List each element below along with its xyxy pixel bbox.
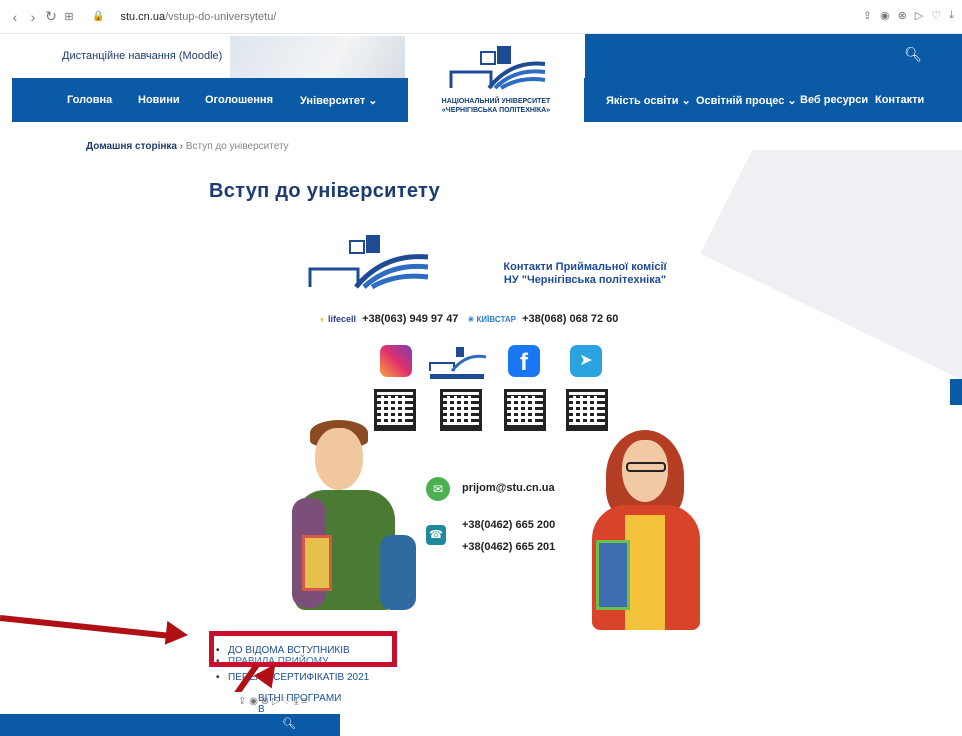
qr-code-icon: [504, 389, 546, 431]
back-icon[interactable]: ‹: [6, 9, 24, 25]
nav-university[interactable]: Університет ⌄: [300, 94, 377, 107]
reload-icon[interactable]: ↻: [42, 8, 60, 25]
breadcrumb-home[interactable]: Домашня сторінка: [86, 141, 177, 152]
contact-phone-2: +38(0462) 665 201: [462, 541, 556, 553]
girl-books: [596, 540, 630, 610]
address-bar[interactable]: stu.cn.ua/vstup-do-universytetu/: [120, 11, 276, 23]
qr-code-icon: [566, 389, 608, 431]
poster-title-line-2: НУ "Чернігівська політехніка": [503, 274, 667, 286]
nav-quality[interactable]: Якість освіти ⌄: [606, 94, 691, 107]
phone-lifecell: +38(063) 949 97 47: [362, 313, 459, 325]
lifecell-icon: ◐: [320, 314, 326, 324]
share-icon[interactable]: ⇪: [238, 696, 246, 707]
contact-phone-1: +38(0462) 665 200: [462, 519, 556, 531]
play-icon[interactable]: ▷: [915, 9, 923, 22]
overlay-navbar: 🔍︎: [0, 714, 340, 736]
search-icon[interactable]: 🔍︎: [282, 717, 296, 730]
telegram-icon: ➤: [570, 345, 602, 377]
nav-home[interactable]: Головна: [67, 94, 112, 106]
nav-contacts[interactable]: Контакти: [875, 94, 924, 106]
logo-emblem-icon: [449, 46, 546, 90]
grid-icon[interactable]: ⊞: [60, 10, 78, 23]
phone-icon: ☎: [426, 525, 446, 545]
lifecell-logo: ◐ lifecell: [320, 314, 356, 324]
nav-web-resources[interactable]: Веб ресурси: [800, 94, 868, 106]
lifecell-label: lifecell: [327, 314, 356, 324]
share-icon[interactable]: ⇪: [863, 9, 872, 22]
poster-title: Контакти Приймальної комісії НУ "Чернігі…: [485, 261, 685, 287]
logo-line-1: НАЦІОНАЛЬНИЙ УНІВЕРСИТЕТ: [441, 98, 551, 105]
email-icon: ✉: [426, 477, 450, 501]
overlay-text: ВІТНІ ПРОГРАМИ В: [258, 693, 341, 715]
boy-books: [302, 535, 332, 591]
overlay-text-line-1[interactable]: ВІТНІ ПРОГРАМИ: [258, 693, 341, 704]
contact-email: prijom@stu.cn.ua: [462, 482, 555, 494]
browser-actions: ⇪ ◉ ⊗ ▷ ♡ ⤓: [863, 9, 954, 22]
facebook-icon: f: [508, 345, 540, 377]
boy-head: [315, 428, 363, 490]
forward-icon[interactable]: ›: [24, 9, 42, 25]
poster-title-line-1: Контакти Приймальної комісії: [503, 261, 667, 273]
page: ‹ › ↻ ⊞ 🔒 stu.cn.ua/vstup-do-universytet…: [0, 0, 962, 736]
browser-toolbar: ‹ › ↻ ⊞ 🔒 stu.cn.ua/vstup-do-universytet…: [0, 0, 962, 34]
annotation-arrowhead: [164, 620, 190, 648]
university-logo[interactable]: НАЦІОНАЛЬНИЙ УНІВЕРСИТЕТ «ЧЕРНІГІВСЬКА П…: [408, 34, 584, 134]
kyivstar-logo: ✳ КИЇВСТАР: [468, 315, 516, 324]
camera-icon[interactable]: ◉: [249, 696, 258, 707]
moodle-link[interactable]: Дистанційне навчання (Moodle): [62, 50, 222, 62]
block-icon[interactable]: ⊗: [898, 9, 907, 22]
girl-top: [625, 515, 665, 630]
header-illustration: [230, 36, 405, 78]
annotation-arrow: [0, 615, 172, 639]
boy-backpack: [380, 535, 416, 610]
mobile-phones-row: ◐ lifecell +38(063) 949 97 47 ✳ КИЇВСТАР…: [320, 313, 618, 325]
highlight-box: [209, 631, 397, 667]
breadcrumb: Домашня сторінка › Вступ до університету: [86, 141, 289, 152]
kyivstar-icon: ✳: [467, 315, 475, 324]
url-path: /vstup-do-universytetu/: [165, 10, 277, 23]
search-icon[interactable]: 🔍︎: [904, 46, 922, 63]
download-icon[interactable]: ⤓: [949, 9, 954, 22]
phone-kyivstar: +38(068) 068 72 60: [522, 313, 619, 325]
nav-process[interactable]: Освітній процес ⌄: [696, 94, 797, 107]
url-domain: stu.cn.ua: [120, 10, 166, 23]
instagram-icon: [380, 345, 412, 377]
breadcrumb-separator: ›: [179, 141, 184, 152]
nav-news[interactable]: Новини: [138, 94, 180, 106]
heart-icon[interactable]: ♡: [931, 9, 941, 22]
poster-logo-icon: [308, 235, 429, 290]
camera-icon[interactable]: ◉: [880, 9, 890, 22]
qr-code-icon: [440, 389, 482, 431]
header-top-right: 🔍︎: [585, 34, 962, 78]
nav-announcements[interactable]: Оголошення: [205, 94, 273, 106]
girl-glasses: [626, 462, 666, 472]
page-title: Вступ до університету: [209, 180, 441, 202]
side-tab[interactable]: [950, 379, 962, 405]
lock-icon: 🔒: [92, 11, 105, 22]
logo-line-2: «ЧЕРНІГІВСЬКА ПОЛІТЕХНІКА»: [441, 107, 551, 114]
kyivstar-label: КИЇВСТАР: [476, 315, 516, 324]
university-small-logo-icon: [429, 347, 487, 379]
breadcrumb-current: Вступ до університету: [185, 141, 289, 152]
qr-code-icon: [374, 389, 416, 431]
background-shape: [700, 150, 962, 380]
